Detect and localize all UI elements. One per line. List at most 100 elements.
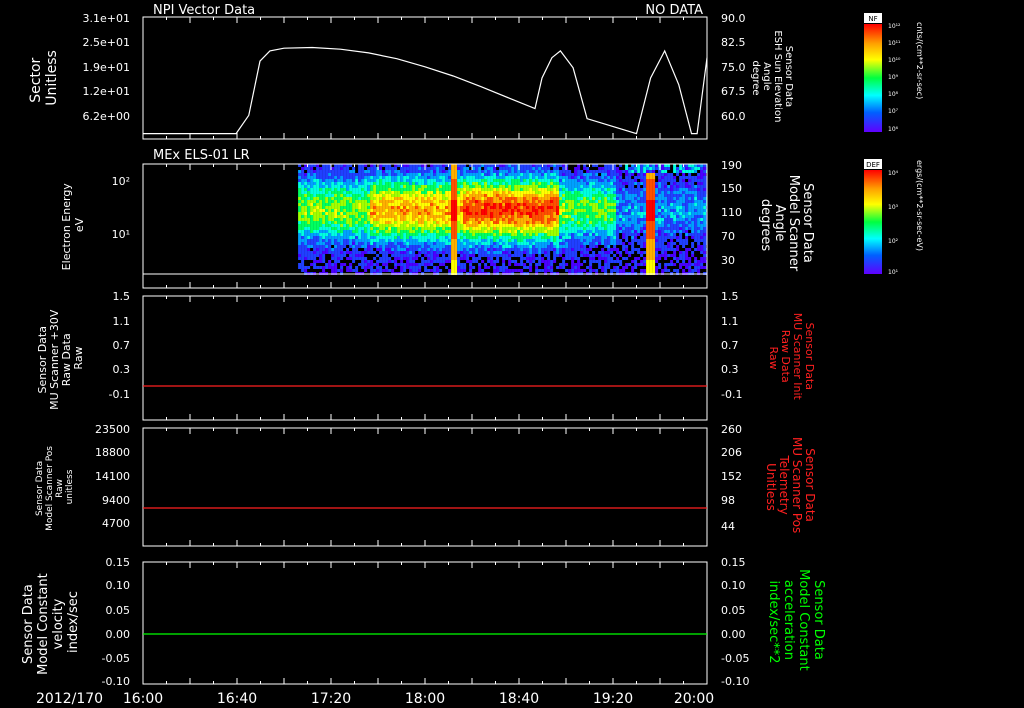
heatmap-cell [439, 230, 443, 233]
heatmap-cell [343, 254, 347, 257]
heatmap-cell [685, 239, 689, 242]
heatmap-cell [394, 254, 398, 257]
heatmap-cell [580, 170, 584, 173]
heatmap-cell [637, 188, 641, 191]
heatmap-cell [550, 170, 554, 173]
heatmap-cell [355, 203, 359, 206]
heatmap-cell [574, 221, 578, 224]
heatmap-cell [340, 248, 344, 251]
heatmap-cell [697, 242, 701, 245]
heatmap-cell [340, 224, 344, 227]
heatmap-cell [319, 236, 323, 239]
heatmap-cell [511, 218, 515, 221]
heatmap-cell [574, 188, 578, 191]
heatmap-cell [322, 245, 326, 248]
heatmap-cell [490, 167, 494, 170]
heatmap-cell [397, 248, 401, 251]
heatmap-cell [349, 206, 353, 209]
heatmap-cell [577, 197, 581, 200]
heatmap-cell [535, 197, 539, 200]
heatmap-cell [397, 212, 401, 215]
heatmap-cell [409, 236, 413, 239]
heatmap-cell [661, 269, 665, 272]
heatmap-cell [700, 194, 704, 197]
heatmap-cell [307, 206, 311, 209]
heatmap-cell [427, 176, 431, 179]
heatmap-cell [697, 230, 701, 233]
heatmap-cell [493, 215, 497, 218]
heatmap-cell [664, 230, 668, 233]
heatmap-cell [607, 230, 611, 233]
heatmap-cell [604, 227, 608, 230]
heatmap-cell [610, 224, 614, 227]
heatmap-cell [301, 191, 305, 194]
heatmap-cell [472, 224, 476, 227]
heatmap-cell [556, 191, 560, 194]
heatmap-cell [544, 254, 548, 257]
heatmap-cell [664, 218, 668, 221]
heatmap-cell [700, 182, 704, 185]
heatmap-cell [328, 224, 332, 227]
heatmap-cell [418, 185, 422, 188]
heatmap-cell [403, 242, 407, 245]
heatmap-cell [697, 203, 701, 206]
heatmap-cell [538, 194, 542, 197]
heatmap-cell [613, 179, 617, 182]
heatmap-cell [682, 209, 686, 212]
heatmap-cell [445, 206, 449, 209]
heatmap-cell [466, 182, 470, 185]
heatmap-cell [409, 176, 413, 179]
heatmap-cell [343, 230, 347, 233]
heatmap-cell [517, 170, 521, 173]
heatmap-cell [469, 227, 473, 230]
heatmap-cell [340, 215, 344, 218]
heatmap-cell [562, 206, 566, 209]
heatmap-cell [451, 263, 455, 266]
heatmap-cell [451, 185, 455, 188]
heatmap-cell [514, 203, 518, 206]
heatmap-cell [352, 203, 356, 206]
heatmap-cell [349, 185, 353, 188]
heatmap-cell [496, 218, 500, 221]
heatmap-cell [352, 206, 356, 209]
heatmap-cell [571, 245, 575, 248]
heatmap-cell [505, 203, 509, 206]
heatmap-cell [559, 230, 563, 233]
heatmap-cell [544, 185, 548, 188]
heatmap-cell [409, 212, 413, 215]
heatmap-cell [334, 248, 338, 251]
heatmap-cell [568, 170, 572, 173]
heatmap-cell [385, 170, 389, 173]
heatmap-cell [619, 224, 623, 227]
heatmap-cell [550, 173, 554, 176]
heatmap-cell [322, 197, 326, 200]
heatmap-cell [700, 167, 704, 170]
heatmap-cell [592, 269, 596, 272]
heatmap-cell [370, 266, 374, 269]
heatmap-cell [664, 233, 668, 236]
heatmap-cell [442, 242, 446, 245]
heatmap-cell [409, 191, 413, 194]
p5-right-tick: 0.05 [721, 604, 746, 617]
heatmap-cell [493, 224, 497, 227]
heatmap-cell [466, 203, 470, 206]
heatmap-cell [325, 266, 329, 269]
heatmap-cell [553, 227, 557, 230]
heatmap-cell [310, 203, 314, 206]
heatmap-cell [394, 212, 398, 215]
heatmap-cell [349, 179, 353, 182]
heatmap-cell [433, 266, 437, 269]
heatmap-cell [361, 206, 365, 209]
heatmap-cell [514, 251, 518, 254]
heatmap-cell [595, 188, 599, 191]
heatmap-cell [646, 167, 650, 170]
heatmap-cell [565, 215, 569, 218]
heatmap-cell [406, 254, 410, 257]
heatmap-cell [550, 239, 554, 242]
heatmap-cell [367, 230, 371, 233]
heatmap-cell [667, 194, 671, 197]
heatmap-cell [658, 197, 662, 200]
heatmap-cell [304, 266, 308, 269]
heatmap-cell [367, 167, 371, 170]
heatmap-cell [478, 194, 482, 197]
